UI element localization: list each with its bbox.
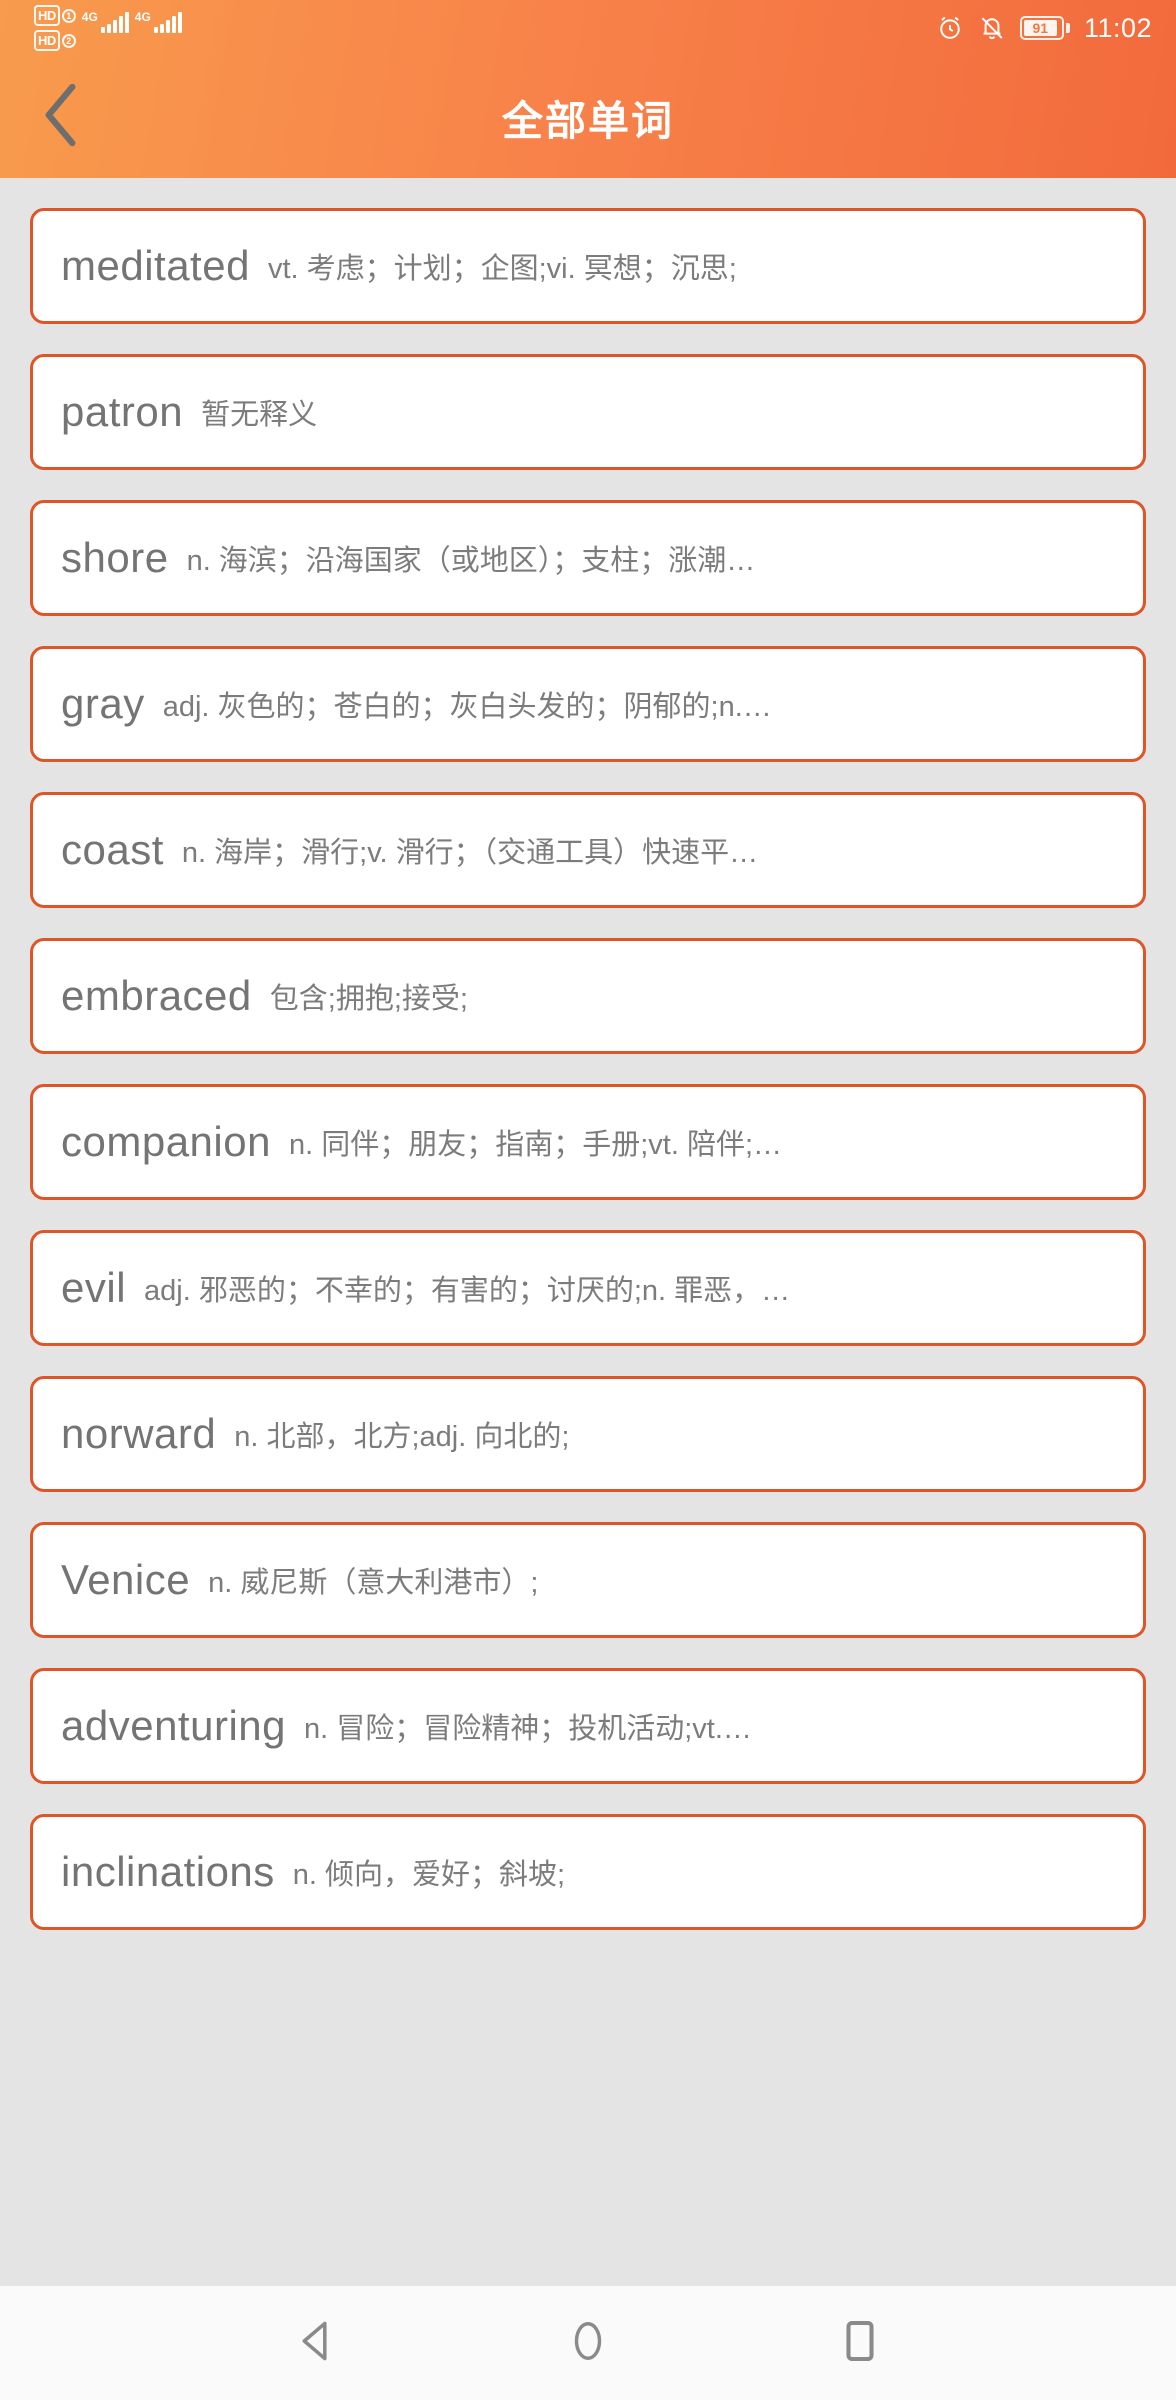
network-type-label-1: 4G [81, 10, 98, 24]
status-bar: HD 1 HD 2 4G 4G 91 11:02 [0, 0, 1176, 56]
status-bar-right: 91 11:02 [936, 14, 1152, 42]
nav-home-button[interactable] [540, 2295, 636, 2391]
word-text: norward [61, 1410, 217, 1457]
back-chevron-icon [36, 81, 88, 154]
word-card[interactable]: patron 暂无释义 [30, 354, 1146, 470]
bell-muted-icon [978, 14, 1006, 42]
nav-recents-button[interactable] [812, 2295, 908, 2391]
word-meaning: vt. 考虑；计划；企图;vi. 冥想；沉思; [267, 253, 737, 285]
word-card[interactable]: adventuring n. 冒险；冒险精神；投机活动;vt.… [30, 1668, 1146, 1784]
word-text: coast [61, 826, 164, 873]
hd-label-1: HD [34, 5, 60, 26]
word-card[interactable]: embraced 包含;拥抱;接受; [30, 938, 1146, 1054]
network-type-label-2: 4G [134, 10, 151, 24]
word-meaning: n. 冒险；冒险精神；投机活动;vt.… [304, 1713, 752, 1745]
word-text: gray [61, 680, 145, 727]
app-bar: 全部单词 [0, 56, 1176, 178]
word-card[interactable]: companion n. 同伴；朋友；指南；手册;vt. 陪伴;… [30, 1084, 1146, 1200]
word-meaning: n. 倾向，爱好；斜坡; [292, 1859, 566, 1891]
sim-number-2: 2 [61, 33, 76, 48]
nav-home-circle-icon [568, 2318, 608, 2369]
word-meaning: n. 北部，北方;adj. 向北的; [234, 1421, 570, 1453]
word-card[interactable]: norward n. 北部，北方;adj. 向北的; [30, 1376, 1146, 1492]
word-card[interactable]: gray adj. 灰色的；苍白的；灰白头发的；阴郁的;n.… [30, 646, 1146, 762]
signal-bars-icon-2 [153, 11, 182, 33]
dual-sim-indicators: HD 1 HD 2 [34, 5, 76, 51]
nav-back-button[interactable] [268, 2295, 364, 2391]
word-text: meditated [61, 242, 250, 289]
word-text: patron [61, 388, 184, 435]
word-text: embraced [61, 972, 252, 1019]
status-bar-left: HD 1 HD 2 4G 4G [34, 5, 182, 51]
word-card[interactable]: inclinations n. 倾向，爱好；斜坡; [30, 1814, 1146, 1930]
phone-screen: HD 1 HD 2 4G 4G 91 11:02 全部单词 meditated … [0, 0, 1176, 2400]
battery-level-label: 91 [1023, 20, 1057, 36]
word-text: adventuring [61, 1702, 286, 1749]
word-card[interactable]: coast n. 海岸；滑行;v. 滑行；（交通工具）快速平… [30, 792, 1146, 908]
word-meaning: adj. 邪恶的；不幸的；有害的；讨厌的;n. 罪恶，… [144, 1275, 791, 1307]
word-meaning: 包含;拥抱;接受; [269, 983, 468, 1015]
battery-cap [1065, 23, 1070, 33]
word-meaning: n. 海岸；滑行;v. 滑行；（交通工具）快速平… [181, 837, 759, 869]
hd-label-2: HD [34, 30, 60, 51]
word-text: inclinations [61, 1848, 275, 1895]
word-text: evil [61, 1264, 127, 1311]
sim2-hd-indicator: HD 2 [34, 30, 76, 51]
word-card[interactable]: evil adj. 邪恶的；不幸的；有害的；讨厌的;n. 罪恶，… [30, 1230, 1146, 1346]
signal-bars-icon-1 [100, 11, 129, 33]
word-meaning: n. 海滨；沿海国家（或地区）；支柱；涨潮… [186, 545, 756, 577]
sim1-hd-indicator: HD 1 [34, 5, 76, 26]
word-meaning: 暂无释义 [201, 399, 318, 431]
signal-indicator-1: 4G [82, 11, 129, 33]
status-bar-clock: 11:02 [1083, 12, 1152, 43]
app-header: HD 1 HD 2 4G 4G 91 11:02 全部单词 [0, 0, 1176, 178]
word-list[interactable]: meditated vt. 考虑；计划；企图;vi. 冥想；沉思; patron… [0, 178, 1176, 2286]
word-card[interactable]: shore n. 海滨；沿海国家（或地区）；支柱；涨潮… [30, 500, 1146, 616]
alarm-clock-icon [936, 14, 964, 42]
back-button[interactable] [26, 81, 98, 153]
signal-indicator-2: 4G [135, 11, 182, 33]
sim-number-1: 1 [61, 8, 76, 23]
word-card[interactable]: meditated vt. 考虑；计划；企图;vi. 冥想；沉思; [30, 208, 1146, 324]
nav-recents-square-icon [842, 2318, 878, 2369]
word-text: Venice [61, 1556, 191, 1603]
battery-icon: 91 [1019, 16, 1070, 40]
nav-back-triangle-icon [296, 2319, 336, 2368]
word-meaning: adj. 灰色的；苍白的；灰白头发的；阴郁的;n.… [162, 691, 772, 723]
word-meaning: n. 同伴；朋友；指南；手册;vt. 陪伴;… [288, 1129, 782, 1161]
word-card[interactable]: Venice n. 威尼斯（意大利港市）; [30, 1522, 1146, 1638]
battery-body: 91 [1019, 16, 1064, 40]
word-meaning: n. 威尼斯（意大利港市）; [208, 1567, 539, 1599]
page-title: 全部单词 [502, 98, 674, 144]
word-text: shore [61, 534, 169, 581]
system-navigation-bar [0, 2286, 1176, 2400]
word-text: companion [61, 1118, 271, 1165]
